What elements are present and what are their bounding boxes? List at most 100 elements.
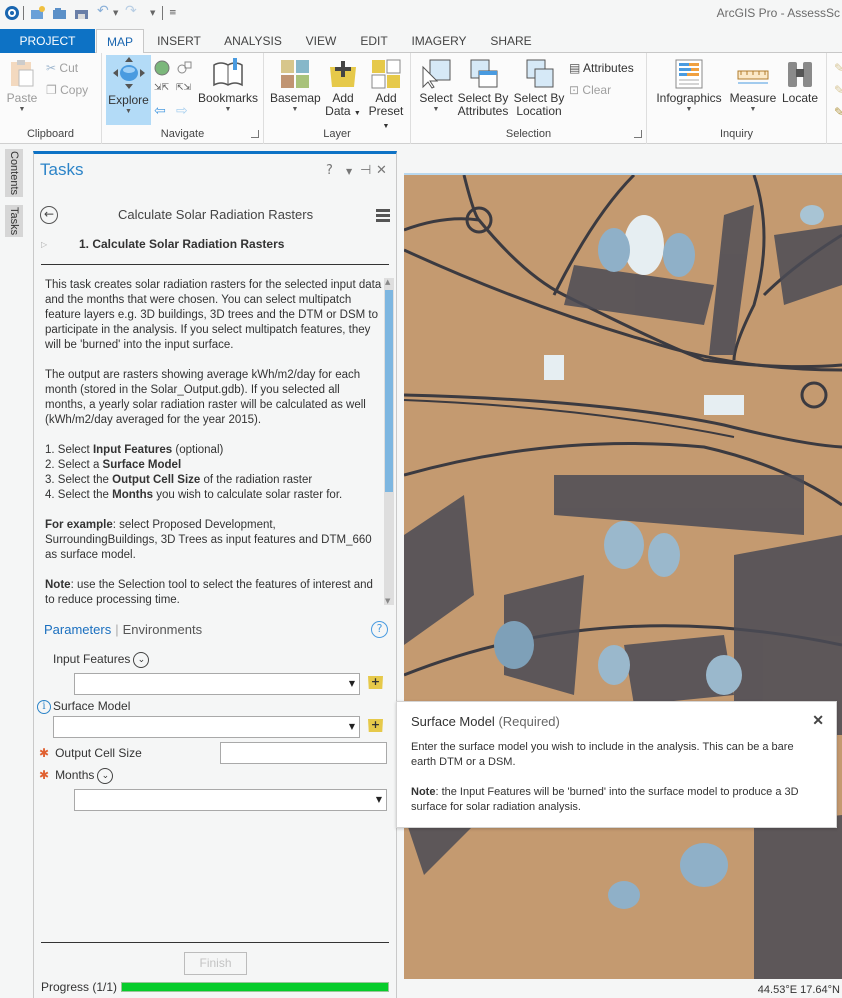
menu-icon[interactable] (376, 209, 390, 222)
locate-button[interactable]: Locate (779, 59, 821, 105)
basemap-icon (281, 60, 309, 88)
add-data-button[interactable]: Add Data ▼ (324, 59, 362, 120)
clear-selection-button[interactable]: ⊡ Clear (569, 83, 611, 97)
close-icon[interactable]: ✕ (376, 163, 387, 178)
copy-icon: ❐ (46, 83, 57, 97)
pin-icon[interactable]: ⊣ (360, 163, 371, 178)
steps-list: 1. Select Input Features (optional) 2. S… (45, 443, 383, 503)
scroll-down-icon[interactable]: ▼ (385, 597, 390, 605)
input-features-combo[interactable]: ▼ (74, 673, 360, 695)
scroll-up-icon[interactable]: ▲ (385, 278, 390, 286)
tab-share[interactable]: SHARE (482, 29, 540, 53)
tab-parameters[interactable]: Parameters (44, 622, 111, 637)
copy-button[interactable]: ❐ Copy (46, 83, 88, 97)
scissors-icon: ✂ (46, 61, 57, 75)
select-button[interactable]: Select ▼ (417, 59, 455, 114)
chevron-down-icon: ▼ (749, 106, 757, 113)
chevron-down-icon: ▼ (685, 106, 693, 113)
chevron-down-icon: ▼ (291, 106, 299, 113)
description-scrollbar[interactable]: ▲ ▼ (384, 278, 394, 605)
surface-model-combo[interactable]: ▼ (53, 716, 360, 738)
tab-view[interactable]: VIEW (298, 29, 344, 53)
add-preset-button[interactable]: Add Preset ▼ (364, 59, 408, 133)
scrollbar-thumb[interactable] (385, 290, 393, 492)
open-project-icon[interactable] (52, 5, 68, 21)
tab-environments[interactable]: Environments (123, 622, 202, 637)
group-layer: Basemap ▼ Add Data ▼ Add Preset ▼ Layer (264, 53, 411, 144)
select-icon (422, 59, 451, 89)
bookmarks-button[interactable]: Bookmarks ▼ (198, 57, 258, 114)
fixed-zoom-out-icon[interactable]: ⇱⇲ (176, 83, 191, 93)
add-data-icon[interactable]: + (368, 676, 383, 689)
zoom-to-selection-icon[interactable] (176, 60, 192, 76)
add-data-icon[interactable]: + (368, 719, 383, 732)
next-extent-icon[interactable]: ⇨ (176, 103, 188, 119)
explore-icon (112, 57, 145, 89)
select-by-location-button[interactable]: Select By Location (513, 59, 565, 118)
labeling-icon-2[interactable]: ✎ (834, 83, 842, 97)
paste-icon (11, 60, 34, 87)
help-icon[interactable]: ? (371, 621, 388, 638)
attributes-button[interactable]: ▤ Attributes (569, 61, 634, 75)
required-icon: ✱ (39, 768, 50, 783)
select-by-attributes-button[interactable]: Select By Attributes (457, 59, 509, 118)
tab-insert[interactable]: INSERT (150, 29, 208, 53)
arcgis-pro-logo-icon[interactable] (4, 5, 20, 21)
pane-title: Tasks (40, 160, 84, 179)
undo-icon[interactable]: ↶ (97, 3, 109, 19)
dock-tab-contents[interactable]: Contents (5, 149, 23, 197)
separator (162, 6, 163, 20)
dock-tab-tasks[interactable]: Tasks (5, 205, 23, 237)
side-dock: Contents Tasks (0, 145, 30, 998)
paste-button[interactable]: Paste ▼ (4, 59, 40, 114)
help-icon[interactable]: ? (326, 163, 333, 178)
info-icon[interactable]: i (37, 699, 51, 714)
months-combo[interactable]: ▼ (74, 789, 387, 811)
save-project-icon[interactable] (74, 5, 90, 21)
basemap-button[interactable]: Basemap ▼ (270, 59, 321, 114)
tab-analysis[interactable]: ANALYSIS (218, 29, 288, 53)
dropdown-arrow-icon[interactable]: ▼ (349, 722, 355, 731)
infographics-button[interactable]: Infographics ▼ (653, 59, 725, 114)
group-label-navigate: Navigate (160, 128, 205, 140)
chevron-down-icon[interactable]: ⌄ (133, 652, 150, 668)
finish-button[interactable]: Finish (184, 952, 247, 975)
pane-options-icon[interactable]: ▼ (346, 167, 352, 176)
labeling-icon[interactable]: ✎ (834, 61, 842, 75)
dropdown-arrow-icon[interactable]: ▼ (376, 795, 382, 804)
new-project-icon[interactable] (30, 5, 46, 21)
selection-dialog-launcher[interactable] (634, 130, 642, 138)
tab-edit[interactable]: EDIT (352, 29, 396, 53)
back-button[interactable]: ← (40, 206, 58, 224)
labeling-icon-3[interactable]: ✎ (834, 105, 842, 119)
add-data-icon (330, 61, 356, 87)
navigate-dialog-launcher[interactable] (251, 130, 259, 138)
output-cell-size-input[interactable] (220, 742, 387, 764)
ribbon: Paste ▼ ✂ Cut ❐ Copy Clipboard Explore ▼… (0, 53, 842, 144)
expand-step-icon[interactable]: ▷ (41, 240, 47, 249)
progress-fill (122, 983, 388, 991)
tab-project[interactable]: PROJECT (0, 29, 95, 53)
tab-imagery[interactable]: IMAGERY (404, 29, 474, 53)
chevron-down-icon: ▼ (125, 108, 132, 115)
map-view[interactable] (404, 173, 842, 979)
previous-extent-icon[interactable]: ⇦ (154, 103, 166, 119)
redo-dropdown-icon[interactable]: ▼ (150, 9, 155, 25)
explore-button[interactable]: Explore ▼ (106, 55, 151, 125)
fixed-zoom-in-icon[interactable]: ⇲⇱ (154, 83, 169, 93)
cut-button[interactable]: ✂ Cut (46, 61, 78, 75)
dropdown-arrow-icon[interactable]: ▼ (349, 679, 355, 688)
close-icon[interactable]: ✕ (812, 712, 824, 729)
arrow-left-icon: ← (43, 207, 55, 221)
step-item: 3. Select the Output Cell Size of the ra… (45, 474, 313, 486)
example-paragraph: For example: select Proposed Development… (45, 519, 372, 561)
tab-map[interactable]: MAP (96, 29, 144, 54)
measure-button[interactable]: Measure ▼ (727, 59, 779, 114)
note-paragraph: Note: use the Selection tool to select t… (45, 579, 373, 606)
chevron-down-icon[interactable]: ⌄ (97, 768, 114, 784)
undo-dropdown-icon[interactable]: ▼ (113, 9, 118, 25)
customize-qat-icon[interactable]: ≡ (169, 8, 177, 24)
full-extent-globe-icon[interactable] (154, 60, 170, 76)
redo-icon[interactable]: ↷ (125, 3, 137, 19)
popup-title: Surface Model (Required) (411, 714, 560, 729)
